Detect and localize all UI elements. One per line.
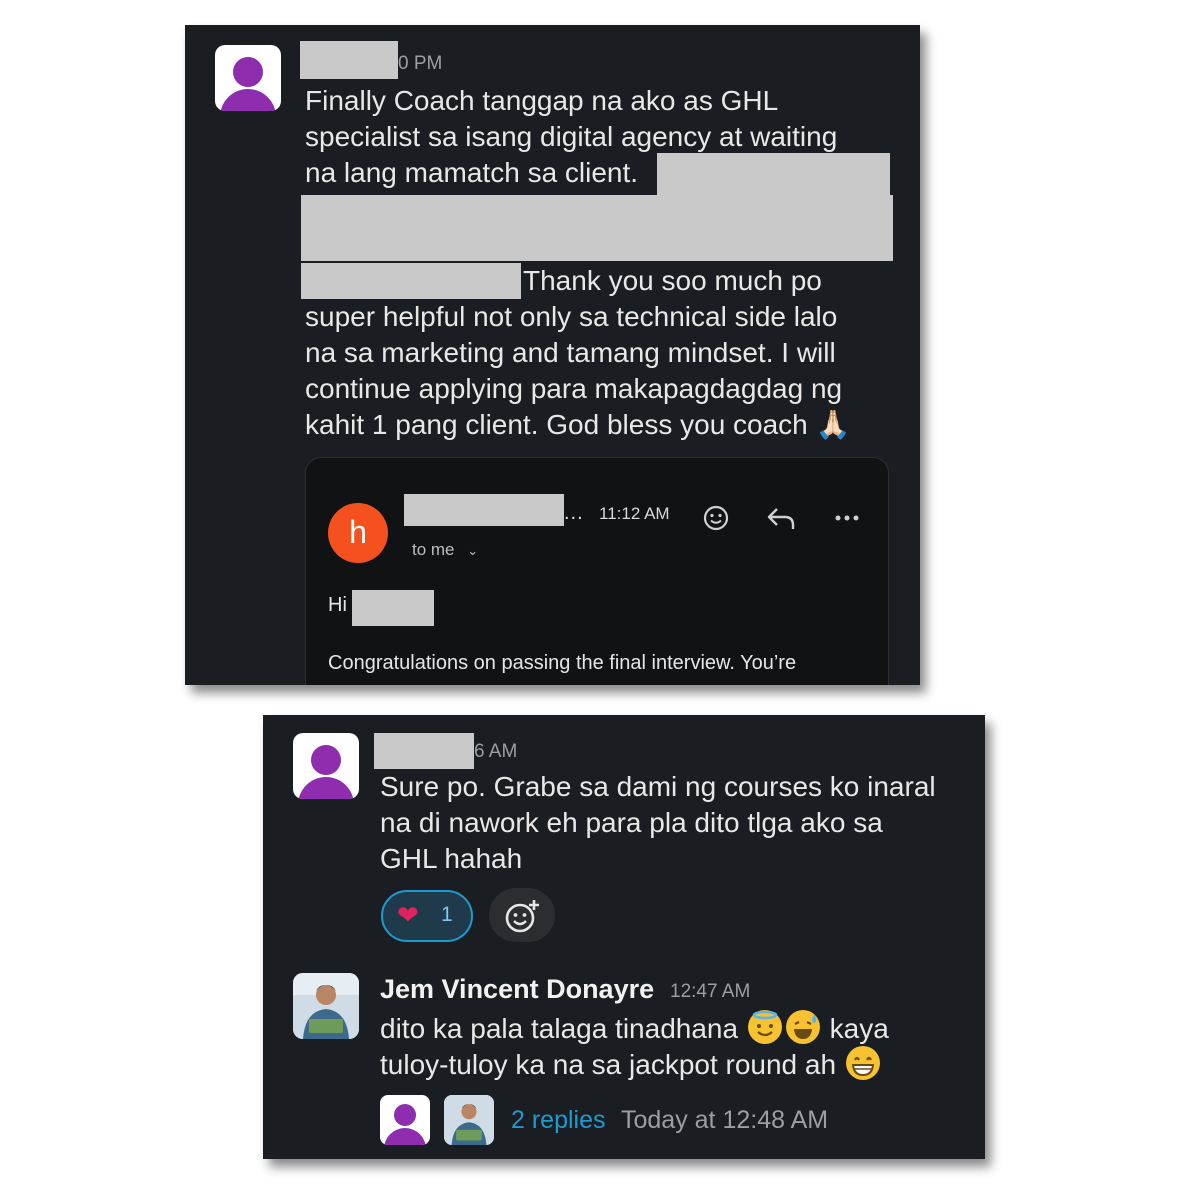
message-line: tuloy-tuloy ka na sa jackpot round ah: [380, 1046, 882, 1083]
add-emoji-icon: [505, 900, 539, 933]
sweat-smile-emoji-icon: [785, 1010, 820, 1044]
person-photo: [293, 973, 359, 1039]
message-line: Sure po. Grabe sa dami ng courses ko ina…: [380, 771, 936, 802]
heart-icon: ❤: [397, 900, 419, 930]
redacted-text: [301, 195, 893, 261]
email-body: Congratulations on passing the final int…: [328, 652, 797, 674]
message-text: tuloy-tuloy ka na sa jackpot round ah: [380, 1049, 837, 1080]
redacted-username: [300, 41, 398, 79]
jem-avatar[interactable]: [293, 973, 359, 1039]
message-line: super helpful not only sa technical side…: [305, 301, 838, 332]
reaction-count: 1: [441, 903, 453, 926]
email-time: 11:12 AM: [599, 504, 670, 523]
recipient-label: to me ⌄: [412, 540, 478, 560]
user-avatar[interactable]: [215, 45, 281, 111]
halo-emoji-icon: [747, 1010, 782, 1044]
message-timestamp[interactable]: 0 PM: [398, 53, 442, 75]
message-line: specialist sa isang digital agency at wa…: [305, 121, 838, 152]
email-greeting: Hi: [328, 594, 347, 616]
message-text: dito ka pala talaga tinadhana: [380, 1013, 739, 1044]
avatar-head: [311, 745, 341, 775]
message-line: na sa marketing and tamang mindset. I wi…: [305, 337, 836, 368]
more-icon: [835, 515, 859, 521]
redacted-text: [301, 263, 521, 299]
message-line: Finally Coach tanggap na ako as GHL: [305, 85, 779, 116]
avatar-body: [298, 777, 354, 799]
message-timestamp[interactable]: 6 AM: [474, 741, 517, 763]
email-screenshot: h ... 11:12 AM to me ⌄ Hi Congratulation…: [305, 457, 889, 685]
avatar-head: [394, 1104, 416, 1126]
message-text: kaya: [829, 1013, 889, 1044]
redacted-sender: [404, 494, 564, 526]
smiley-icon: [703, 505, 729, 531]
reply-timestamp[interactable]: 12:47 AM: [670, 981, 750, 1003]
message-panel-bottom: 6 AM Sure po. Grabe sa dami ng courses k…: [263, 715, 985, 1159]
message-line: GHL hahah: [380, 843, 523, 874]
message-line: na lang mamatch sa client.: [305, 157, 639, 188]
avatar-body: [220, 89, 276, 111]
recipient-text: to me: [412, 540, 455, 559]
sender-avatar: h: [328, 503, 388, 563]
replies-link[interactable]: 2 replies: [511, 1106, 606, 1135]
chevron-down-icon: ⌄: [467, 543, 479, 558]
redacted-username: [374, 733, 474, 769]
sender-name[interactable]: Jem Vincent Donayre: [380, 974, 654, 1005]
avatar-body: [384, 1128, 426, 1145]
praying-hands-emoji: 🙏🏻: [815, 409, 851, 440]
redacted-recipient: [352, 590, 434, 626]
message-panel-top: 0 PM Finally Coach tanggap na ako as GHL…: [185, 25, 920, 685]
message-line: continue applying para makapagdagdag ng: [305, 373, 843, 404]
message-line: na di nawork eh para pla dito tlga ako s…: [380, 807, 883, 838]
user-avatar[interactable]: [293, 733, 359, 799]
avatar-head: [233, 57, 263, 87]
add-reaction-button[interactable]: [489, 888, 555, 942]
message-line: dito ka pala talaga tinadhana kaya: [380, 1010, 889, 1047]
sender-ellipsis: ...: [564, 502, 584, 524]
message-text: kahit 1 pang client. God bless you coach: [305, 409, 808, 440]
heart-reaction[interactable]: ❤ 1: [381, 890, 473, 942]
last-reply-time: Today at 12:48 AM: [621, 1106, 829, 1134]
message-line: kahit 1 pang client. God bless you coach…: [305, 407, 850, 443]
reply-icon: [767, 508, 795, 529]
person-photo: [444, 1095, 494, 1145]
redacted-text: [657, 153, 890, 197]
thread-participant-avatar[interactable]: [444, 1095, 494, 1145]
grin-emoji-icon: [845, 1046, 880, 1080]
thread-participant-avatar[interactable]: [380, 1095, 430, 1145]
message-line: Thank you soo much po: [523, 265, 822, 296]
